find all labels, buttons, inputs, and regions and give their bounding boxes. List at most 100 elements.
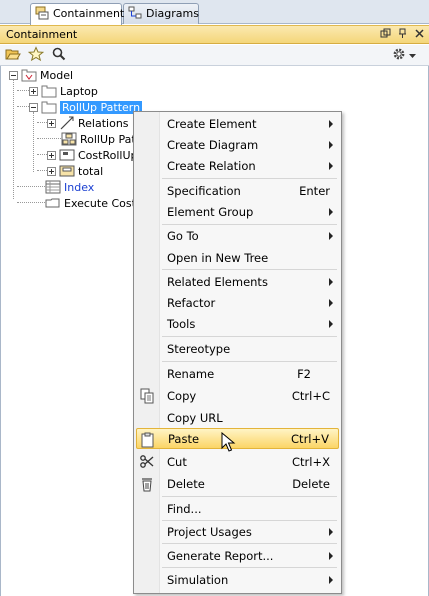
- submenu-arrow-icon: [329, 208, 333, 216]
- package-icon: [41, 84, 57, 98]
- delete-icon: [139, 476, 155, 492]
- tree-node-total[interactable]: total: [47, 163, 103, 179]
- collapse-toggle[interactable]: [9, 70, 18, 80]
- expand-toggle[interactable]: [29, 86, 38, 96]
- block-icon: [59, 148, 75, 162]
- submenu-arrow-icon: [329, 120, 333, 128]
- close-icon[interactable]: [413, 28, 425, 40]
- tab-containment[interactable]: Containment: [30, 3, 124, 25]
- chevron-down-icon: [409, 49, 416, 62]
- menu-item-element-group[interactable]: Element Group: [134, 201, 341, 222]
- search-button[interactable]: [50, 47, 67, 64]
- menu-separator: [162, 336, 337, 337]
- search-icon: [52, 47, 66, 64]
- menu-item-find[interactable]: Find...: [134, 498, 341, 519]
- open-folder-icon: [5, 47, 21, 64]
- shortcut-label: Ctrl+C: [291, 388, 330, 403]
- expand-toggle[interactable]: [47, 166, 56, 176]
- shortcut-label: F2: [297, 366, 311, 381]
- submenu-arrow-icon: [329, 299, 333, 307]
- tree-node-label: CostRollUp: [78, 148, 138, 162]
- tree-node-label: Relations: [78, 116, 129, 130]
- expand-toggle[interactable]: [47, 150, 56, 160]
- tree-node-relations[interactable]: Relations: [47, 115, 129, 131]
- paste-icon: [140, 432, 156, 448]
- tree-node-rollup-diagram[interactable]: RollUp Patt: [61, 131, 140, 147]
- diagrams-icon: [128, 6, 142, 20]
- menu-item-related-elements[interactable]: Related Elements: [134, 271, 341, 292]
- submenu-arrow-icon: [329, 278, 333, 286]
- tree-node-label: Model: [40, 68, 74, 82]
- gear-icon: [392, 47, 406, 64]
- menu-item-simulation[interactable]: Simulation: [134, 569, 341, 590]
- submenu-arrow-icon: [329, 552, 333, 560]
- menu-item-delete[interactable]: Delete Delete: [134, 473, 341, 494]
- menu-item-create-relation[interactable]: Create Relation: [134, 155, 341, 176]
- menu-item-tools[interactable]: Tools: [134, 313, 341, 334]
- tab-diagrams[interactable]: Diagrams: [123, 3, 199, 24]
- menu-item-copy-url[interactable]: Copy URL: [134, 407, 341, 428]
- diagram-icon: [61, 132, 77, 146]
- tree-node-label: Laptop: [60, 84, 98, 98]
- menu-item-stereotype[interactable]: Stereotype: [134, 338, 341, 359]
- options-button[interactable]: [390, 47, 418, 64]
- tree-node-label: RollUp Pattern: [60, 100, 143, 114]
- open-folder-button[interactable]: [4, 47, 21, 64]
- flow-icon: [45, 196, 61, 210]
- pin-icon[interactable]: [396, 28, 408, 40]
- tree-node-label: RollUp Patt: [80, 132, 141, 146]
- tree-node-index[interactable]: Index: [45, 179, 94, 195]
- context-menu: Create Element Create Diagram Create Rel…: [133, 111, 342, 594]
- tree-toolbar: [0, 45, 429, 66]
- panel-title: Containment: [6, 28, 78, 41]
- menu-item-cut[interactable]: Cut Ctrl+X: [134, 451, 341, 472]
- submenu-arrow-icon: [329, 162, 333, 170]
- menu-separator: [162, 496, 337, 497]
- menu-item-rename[interactable]: Rename F2: [134, 363, 341, 384]
- tree-node-costrollup[interactable]: CostRollUp: [47, 147, 137, 163]
- block-icon: [59, 164, 75, 178]
- menu-item-create-diagram[interactable]: Create Diagram: [134, 134, 341, 155]
- menu-item-go-to[interactable]: Go To: [134, 225, 341, 246]
- menu-item-refactor[interactable]: Refactor: [134, 292, 341, 313]
- shortcut-label: Delete: [292, 476, 330, 491]
- shortcut-label: Ctrl+X: [292, 454, 330, 469]
- menu-item-project-usages[interactable]: Project Usages: [134, 521, 341, 542]
- tab-diagrams-label: Diagrams: [146, 7, 199, 20]
- favorites-button[interactable]: [27, 46, 44, 64]
- containment-icon: [35, 6, 49, 20]
- menu-item-create-element[interactable]: Create Element: [134, 113, 341, 134]
- shortcut-label: Ctrl+V: [291, 431, 329, 446]
- tree-node-label: Index: [64, 180, 95, 194]
- collapse-toggle[interactable]: [29, 102, 38, 112]
- tab-strip: Containment Diagrams: [0, 0, 429, 25]
- table-icon: [45, 180, 61, 194]
- submenu-arrow-icon: [329, 576, 333, 584]
- menu-separator: [162, 543, 337, 544]
- package-icon: [41, 100, 57, 114]
- panel-header: Containment: [0, 25, 429, 44]
- cut-icon: [139, 454, 155, 470]
- tree-node-rollup-pattern[interactable]: RollUp Pattern: [29, 99, 143, 115]
- expand-toggle[interactable]: [47, 118, 56, 128]
- copy-icon: [139, 388, 155, 404]
- menu-item-copy[interactable]: Copy Ctrl+C: [134, 385, 341, 406]
- submenu-arrow-icon: [329, 232, 333, 240]
- restore-icon[interactable]: [379, 28, 391, 40]
- menu-separator: [162, 361, 337, 362]
- model-package-icon: [21, 68, 37, 82]
- submenu-arrow-icon: [329, 141, 333, 149]
- hand-cursor-icon: [221, 431, 237, 457]
- tree-node-model[interactable]: Model: [9, 67, 73, 83]
- shortcut-label: Enter: [299, 183, 330, 198]
- menu-item-specification[interactable]: Specification Enter: [134, 180, 341, 201]
- menu-item-paste[interactable]: Paste Ctrl+V: [136, 428, 339, 449]
- menu-item-open-in-new-tree[interactable]: Open in New Tree: [134, 247, 341, 268]
- menu-item-generate-report[interactable]: Generate Report...: [134, 545, 341, 566]
- submenu-arrow-icon: [329, 528, 333, 536]
- tree-node-execute-cost[interactable]: Execute Cost A: [45, 195, 147, 211]
- relations-icon: [59, 116, 75, 130]
- menu-separator: [162, 269, 337, 270]
- tree-node-laptop[interactable]: Laptop: [29, 83, 98, 99]
- menu-separator: [162, 567, 337, 568]
